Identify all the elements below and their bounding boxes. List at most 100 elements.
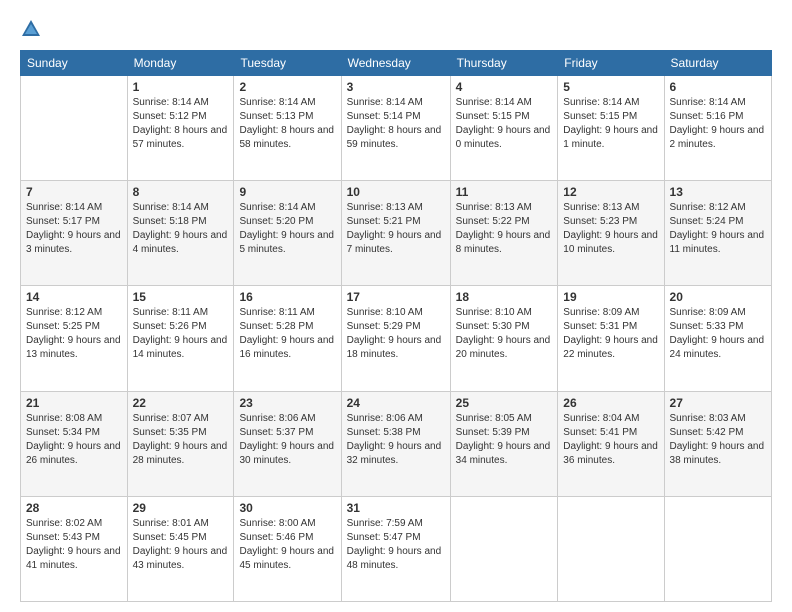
day-info: Sunrise: 7:59 AMSunset: 5:47 PMDaylight:…: [347, 517, 445, 573]
day-number: 31: [347, 501, 445, 515]
calendar-cell: 22 Sunrise: 8:07 AMSunset: 5:35 PMDayligh…: [127, 391, 234, 496]
day-number: 27: [670, 396, 766, 410]
calendar-cell: 28 Sunrise: 8:02 AMSunset: 5:43 PMDayligh…: [21, 496, 128, 601]
day-info: Sunrise: 8:09 AMSunset: 5:33 PMDaylight:…: [670, 306, 766, 362]
calendar-cell: 14 Sunrise: 8:12 AMSunset: 5:25 PMDayligh…: [21, 286, 128, 391]
logo-icon: [20, 18, 42, 40]
day-number: 29: [133, 501, 229, 515]
header-sunday: Sunday: [21, 51, 128, 76]
day-number: 2: [239, 80, 335, 94]
calendar-cell: 27Sunrise: 8:03 AMSunset: 5:42 PMDayligh…: [664, 391, 771, 496]
calendar-week-5: 28 Sunrise: 8:02 AMSunset: 5:43 PMDayligh…: [21, 496, 772, 601]
calendar-cell: [558, 496, 664, 601]
day-info: Sunrise: 8:14 AMSunset: 5:16 PMDaylight:…: [670, 96, 766, 152]
day-number: 23: [239, 396, 335, 410]
calendar-cell: 29Sunrise: 8:01 AMSunset: 5:45 PMDayligh…: [127, 496, 234, 601]
day-info: Sunrise: 8:04 AMSunset: 5:41 PMDaylight:…: [563, 412, 658, 468]
header-wednesday: Wednesday: [341, 51, 450, 76]
header-thursday: Thursday: [450, 51, 558, 76]
day-info: Sunrise: 8:12 AMSunset: 5:24 PMDaylight:…: [670, 201, 766, 257]
day-info: Sunrise: 8:14 AMSunset: 5:15 PMDaylight:…: [456, 96, 553, 152]
calendar-cell: 6 Sunrise: 8:14 AMSunset: 5:16 PMDaylight…: [664, 76, 771, 181]
day-number: 19: [563, 290, 658, 304]
day-info: Sunrise: 8:05 AMSunset: 5:39 PMDaylight:…: [456, 412, 553, 468]
calendar-cell: 12 Sunrise: 8:13 AMSunset: 5:23 PMDayligh…: [558, 181, 664, 286]
day-info: Sunrise: 8:00 AMSunset: 5:46 PMDaylight:…: [239, 517, 335, 573]
calendar-cell: 15 Sunrise: 8:11 AMSunset: 5:26 PMDayligh…: [127, 286, 234, 391]
calendar-cell: 17 Sunrise: 8:10 AMSunset: 5:29 PMDayligh…: [341, 286, 450, 391]
calendar-week-4: 21Sunrise: 8:08 AMSunset: 5:34 PMDayligh…: [21, 391, 772, 496]
day-info: Sunrise: 8:14 AMSunset: 5:20 PMDaylight:…: [239, 201, 335, 257]
calendar-week-1: 1 Sunrise: 8:14 AMSunset: 5:12 PMDaylight…: [21, 76, 772, 181]
day-number: 15: [133, 290, 229, 304]
calendar-cell: [664, 496, 771, 601]
calendar-table: Sunday Monday Tuesday Wednesday Thursday…: [20, 50, 772, 602]
day-number: 1: [133, 80, 229, 94]
calendar-cell: 20 Sunrise: 8:09 AMSunset: 5:33 PMDayligh…: [664, 286, 771, 391]
calendar-cell: 31 Sunrise: 7:59 AMSunset: 5:47 PMDayligh…: [341, 496, 450, 601]
day-number: 5: [563, 80, 658, 94]
day-info: Sunrise: 8:10 AMSunset: 5:30 PMDaylight:…: [456, 306, 553, 362]
calendar-cell: 13 Sunrise: 8:12 AMSunset: 5:24 PMDayligh…: [664, 181, 771, 286]
calendar-cell: 25Sunrise: 8:05 AMSunset: 5:39 PMDayligh…: [450, 391, 558, 496]
calendar-cell: 16Sunrise: 8:11 AMSunset: 5:28 PMDayligh…: [234, 286, 341, 391]
day-info: Sunrise: 8:14 AMSunset: 5:14 PMDaylight:…: [347, 96, 445, 152]
calendar-cell: 8Sunrise: 8:14 AMSunset: 5:18 PMDaylight…: [127, 181, 234, 286]
day-number: 22: [133, 396, 229, 410]
calendar-cell: [450, 496, 558, 601]
day-number: 17: [347, 290, 445, 304]
day-number: 12: [563, 185, 658, 199]
day-number: 11: [456, 185, 553, 199]
day-number: 6: [670, 80, 766, 94]
header-monday: Monday: [127, 51, 234, 76]
day-number: 28: [26, 501, 122, 515]
weekday-header-row: Sunday Monday Tuesday Wednesday Thursday…: [21, 51, 772, 76]
day-info: Sunrise: 8:14 AMSunset: 5:12 PMDaylight:…: [133, 96, 229, 152]
day-info: Sunrise: 8:08 AMSunset: 5:34 PMDaylight:…: [26, 412, 122, 468]
day-info: Sunrise: 8:12 AMSunset: 5:25 PMDaylight:…: [26, 306, 122, 362]
day-number: 16: [239, 290, 335, 304]
calendar-cell: 3 Sunrise: 8:14 AMSunset: 5:14 PMDaylight…: [341, 76, 450, 181]
day-number: 3: [347, 80, 445, 94]
calendar-cell: 2Sunrise: 8:14 AMSunset: 5:13 PMDaylight…: [234, 76, 341, 181]
day-info: Sunrise: 8:06 AMSunset: 5:38 PMDaylight:…: [347, 412, 445, 468]
page-header: [20, 16, 772, 40]
calendar-cell: 9Sunrise: 8:14 AMSunset: 5:20 PMDaylight…: [234, 181, 341, 286]
day-number: 20: [670, 290, 766, 304]
day-info: Sunrise: 8:13 AMSunset: 5:23 PMDaylight:…: [563, 201, 658, 257]
day-info: Sunrise: 8:14 AMSunset: 5:17 PMDaylight:…: [26, 201, 122, 257]
day-number: 14: [26, 290, 122, 304]
header-tuesday: Tuesday: [234, 51, 341, 76]
header-saturday: Saturday: [664, 51, 771, 76]
calendar-week-2: 7 Sunrise: 8:14 AMSunset: 5:17 PMDaylight…: [21, 181, 772, 286]
calendar-cell: 30 Sunrise: 8:00 AMSunset: 5:46 PMDayligh…: [234, 496, 341, 601]
calendar-cell: 19 Sunrise: 8:09 AMSunset: 5:31 PMDayligh…: [558, 286, 664, 391]
header-friday: Friday: [558, 51, 664, 76]
day-info: Sunrise: 8:06 AMSunset: 5:37 PMDaylight:…: [239, 412, 335, 468]
day-info: Sunrise: 8:13 AMSunset: 5:21 PMDaylight:…: [347, 201, 445, 257]
calendar-cell: 4 Sunrise: 8:14 AMSunset: 5:15 PMDaylight…: [450, 76, 558, 181]
day-info: Sunrise: 8:11 AMSunset: 5:26 PMDaylight:…: [133, 306, 229, 362]
calendar-cell: 7 Sunrise: 8:14 AMSunset: 5:17 PMDaylight…: [21, 181, 128, 286]
day-number: 7: [26, 185, 122, 199]
day-number: 10: [347, 185, 445, 199]
day-number: 26: [563, 396, 658, 410]
calendar-cell: 18 Sunrise: 8:10 AMSunset: 5:30 PMDayligh…: [450, 286, 558, 391]
day-info: Sunrise: 8:13 AMSunset: 5:22 PMDaylight:…: [456, 201, 553, 257]
logo: [20, 16, 46, 40]
calendar-cell: 1 Sunrise: 8:14 AMSunset: 5:12 PMDaylight…: [127, 76, 234, 181]
day-number: 4: [456, 80, 553, 94]
calendar-cell: 24Sunrise: 8:06 AMSunset: 5:38 PMDayligh…: [341, 391, 450, 496]
day-info: Sunrise: 8:09 AMSunset: 5:31 PMDaylight:…: [563, 306, 658, 362]
day-number: 8: [133, 185, 229, 199]
day-number: 30: [239, 501, 335, 515]
calendar-cell: 10 Sunrise: 8:13 AMSunset: 5:21 PMDayligh…: [341, 181, 450, 286]
calendar-cell: 21Sunrise: 8:08 AMSunset: 5:34 PMDayligh…: [21, 391, 128, 496]
day-info: Sunrise: 8:14 AMSunset: 5:15 PMDaylight:…: [563, 96, 658, 152]
day-number: 18: [456, 290, 553, 304]
day-info: Sunrise: 8:10 AMSunset: 5:29 PMDaylight:…: [347, 306, 445, 362]
calendar-week-3: 14 Sunrise: 8:12 AMSunset: 5:25 PMDayligh…: [21, 286, 772, 391]
day-info: Sunrise: 8:07 AMSunset: 5:35 PMDaylight:…: [133, 412, 229, 468]
day-number: 13: [670, 185, 766, 199]
day-info: Sunrise: 8:02 AMSunset: 5:43 PMDaylight:…: [26, 517, 122, 573]
